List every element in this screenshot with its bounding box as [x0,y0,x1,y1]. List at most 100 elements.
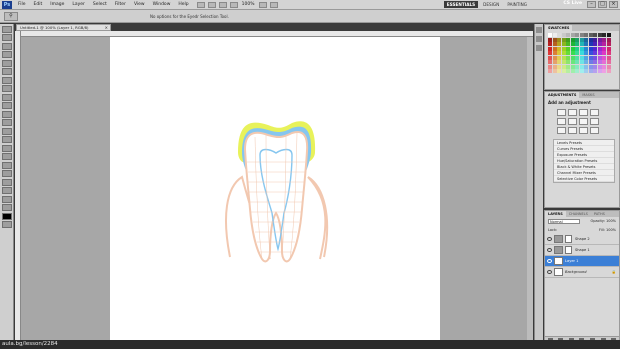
color-swatch[interactable] [557,64,561,69]
color-swatch[interactable] [548,69,552,73]
color-swatch[interactable] [579,55,584,60]
tab-paths[interactable]: PATHS [591,211,608,217]
gradient-tool-icon[interactable] [1,119,12,126]
document-tab[interactable]: Untitled-1 @ 100% (Layer 1, RGB/8) × [16,24,111,31]
3d-camera-tool-icon[interactable] [1,187,12,194]
color-swatch[interactable] [584,60,588,64]
color-swatch[interactable] [597,64,602,69]
color-swatch[interactable] [602,60,606,64]
color-swatch[interactable] [561,33,566,37]
color-swatch[interactable] [602,55,606,60]
visibility-eye-icon[interactable] [547,270,552,274]
swatch-grid[interactable] [545,31,619,75]
color-swatch[interactable] [602,64,606,69]
layer-row-layer-1[interactable]: Layer 1 [545,256,619,267]
canvas[interactable] [110,37,440,343]
color-swatch[interactable] [575,46,579,51]
color-swatch[interactable] [548,55,552,60]
workspace-painting[interactable]: PAINTING [504,1,530,8]
3d-rotate-tool-icon[interactable] [1,178,12,186]
menu-view[interactable]: View [130,2,149,7]
color-swatch[interactable] [561,55,566,60]
brightness-contrast-icon[interactable] [557,109,566,116]
levels-icon[interactable] [568,109,577,116]
color-swatch[interactable] [579,46,584,51]
marquee-tool-icon[interactable] [1,34,12,41]
color-swatch[interactable] [548,42,552,46]
color-swatch[interactable] [570,55,575,60]
color-swatch[interactable] [561,51,566,55]
menu-select[interactable]: Select [89,2,111,7]
color-swatch[interactable] [548,60,552,64]
color-swatch[interactable] [602,51,606,55]
color-swatch[interactable] [557,51,561,55]
color-swatch[interactable] [579,42,584,46]
color-swatch[interactable] [561,69,566,73]
maximize-icon[interactable]: □ [598,1,607,8]
path-select-tool-icon[interactable] [1,161,12,169]
quick-mask-icon[interactable] [1,221,12,228]
eraser-tool-icon[interactable] [1,110,12,118]
color-swatch[interactable] [584,37,588,42]
color-swatch[interactable] [575,42,579,46]
opacity-value[interactable]: 100% [606,219,616,223]
color-swatch[interactable] [579,69,584,73]
color-swatch[interactable] [606,46,611,51]
color-swatch[interactable] [561,37,566,42]
menu-edit[interactable]: Edit [30,2,47,7]
menu-help[interactable]: Help [174,2,192,7]
color-swatch[interactable] [584,55,588,60]
arrange-documents-icon[interactable] [258,1,267,8]
color-swatch[interactable] [575,64,579,69]
color-swatch[interactable] [570,46,575,51]
color-swatch[interactable] [593,37,597,42]
color-swatch[interactable] [566,64,570,69]
color-swatch[interactable] [552,37,557,42]
color-swatch[interactable] [606,42,611,46]
shape-tool-icon[interactable] [1,170,12,177]
color-swatch[interactable] [597,51,602,55]
exposure-icon[interactable] [590,109,599,116]
close-icon[interactable]: × [609,1,618,8]
color-swatch[interactable] [593,51,597,55]
color-swatch[interactable] [606,64,611,69]
color-swatch[interactable] [597,46,602,51]
foreground-color-swatch[interactable] [1,212,12,220]
color-swatch[interactable] [602,42,606,46]
color-swatch[interactable] [602,33,606,37]
color-swatch[interactable] [561,42,566,46]
eyedropper-tool-icon[interactable] [1,68,12,75]
menu-image[interactable]: Image [46,2,68,7]
color-swatch[interactable] [606,60,611,64]
color-swatch[interactable] [588,51,593,55]
color-swatch[interactable] [566,51,570,55]
vibrance-icon[interactable] [557,118,566,125]
color-swatch[interactable] [566,60,570,64]
zoom-level[interactable]: 100% [242,2,255,7]
tab-swatches[interactable]: SWATCHES [545,25,573,31]
color-swatch[interactable] [579,37,584,42]
color-swatch[interactable] [579,33,584,37]
color-swatch[interactable] [593,69,597,73]
layer-row-background[interactable]: Background 🔒 [545,267,619,278]
color-swatch[interactable] [548,64,552,69]
color-swatch[interactable] [566,42,570,46]
blur-tool-icon[interactable] [1,127,12,135]
minimize-icon[interactable]: – [587,1,596,8]
menu-filter[interactable]: Filter [111,2,130,7]
bridge-icon[interactable] [196,1,205,8]
color-swatch[interactable] [602,37,606,42]
color-swatch[interactable] [597,60,602,64]
color-swatch[interactable] [557,33,561,37]
color-swatch[interactable] [570,51,575,55]
menu-file[interactable]: File [14,2,30,7]
cs-live-button[interactable]: CS Live [563,1,582,6]
color-swatch[interactable] [597,69,602,73]
brush-tool-icon[interactable] [1,85,12,92]
color-swatch[interactable] [566,55,570,60]
color-swatch[interactable] [561,60,566,64]
color-swatch[interactable] [575,60,579,64]
color-swatch[interactable] [570,69,575,73]
color-swatch[interactable] [552,33,557,37]
color-swatch[interactable] [575,33,579,37]
